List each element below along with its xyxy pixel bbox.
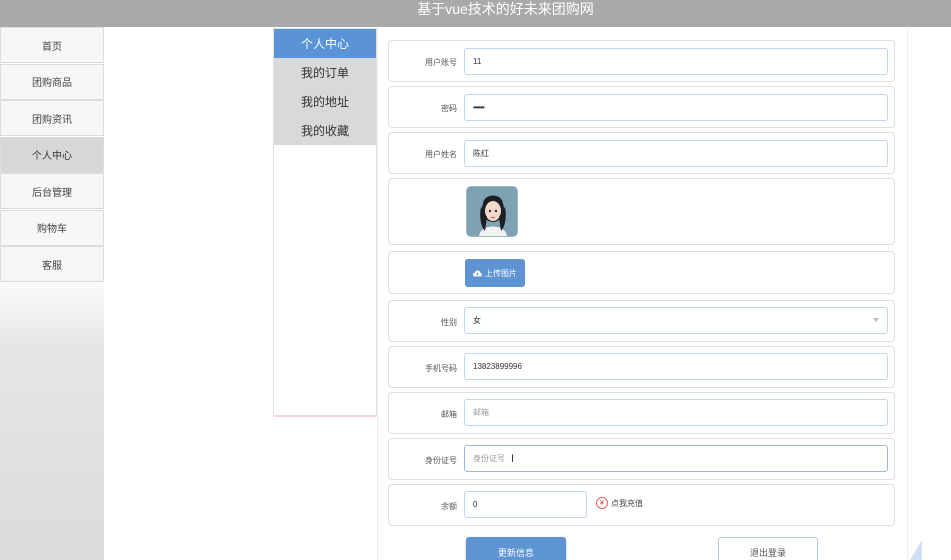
recharge-label: 点我充值 <box>611 498 643 508</box>
gender-select[interactable]: 女 <box>464 307 888 334</box>
submenu-item-my-favorites[interactable]: 我的收藏 <box>274 116 376 145</box>
nav-item-cart[interactable]: 购物车 <box>0 209 104 246</box>
upload-image-label: 上传图片 <box>485 268 517 278</box>
phone-label: 手机号码 <box>425 364 457 373</box>
form-row-id-card: 身份证号 身份证号 I <box>388 438 895 480</box>
nav-item-personal-center[interactable]: 个人中心 <box>0 136 104 173</box>
email-label: 邮箱 <box>441 410 457 419</box>
balance-input[interactable]: 0 <box>464 491 587 518</box>
form-row-upload: 上传图片 <box>388 251 895 294</box>
upload-image-button[interactable]: 上传图片 <box>465 259 525 287</box>
id-card-label: 身份证号 <box>425 456 457 465</box>
nav-item-group-news[interactable]: 团购资讯 <box>0 100 104 136</box>
personal-submenu: 个人中心 我的订单 我的地址 我的收藏 <box>273 28 377 417</box>
submenu-item-my-orders[interactable]: 我的订单 <box>274 58 376 87</box>
gender-label: 性别 <box>441 318 457 327</box>
nav-item-customer-service[interactable]: 客服 <box>0 246 104 282</box>
chevron-down-icon <box>873 318 879 322</box>
account-label: 用户账号 <box>425 58 457 67</box>
form-row-name: 用户姓名 陈红 <box>388 132 895 174</box>
recharge-link[interactable]: ¥ 点我充值 <box>596 497 643 509</box>
corner-decoration <box>910 540 922 560</box>
left-nav: 首页 团购商品 团购资讯 个人中心 后台管理 购物车 客服 <box>0 27 104 560</box>
account-input[interactable]: 11 <box>464 48 888 75</box>
id-card-placeholder: 身份证号 <box>473 454 505 463</box>
form-row-email: 邮箱 邮箱 <box>388 392 895 434</box>
form-row-balance: 余额 0 ¥ 点我充值 <box>388 484 895 526</box>
password-input[interactable]: •••••• <box>464 94 888 121</box>
form-row-password: 密码 •••••• <box>388 86 895 128</box>
nav-item-home[interactable]: 首页 <box>0 27 104 63</box>
email-input[interactable]: 邮箱 <box>464 399 888 426</box>
site-title: 基于vue技术的好未来团购网 <box>417 1 594 17</box>
form-row-phone: 手机号码 13823899996 <box>388 346 895 388</box>
gender-selected-value: 女 <box>473 316 481 325</box>
cloud-upload-icon <box>473 270 482 276</box>
submenu-item-my-address[interactable]: 我的地址 <box>274 87 376 116</box>
yen-icon: ¥ <box>596 497 608 509</box>
top-header: 基于vue技术的好未来团购网 <box>0 0 951 27</box>
update-info-button[interactable]: 更新信息 <box>466 537 566 560</box>
name-label: 用户姓名 <box>425 150 457 159</box>
form-row-account: 用户账号 11 <box>388 40 895 82</box>
nav-item-admin[interactable]: 后台管理 <box>0 173 104 209</box>
id-card-input[interactable]: 身份证号 I <box>464 445 888 472</box>
name-input[interactable]: 陈红 <box>464 140 888 167</box>
text-cursor-icon: I <box>511 452 515 465</box>
submenu-item-personal-center[interactable]: 个人中心 <box>274 29 376 58</box>
form-row-gender: 性别 女 <box>388 300 895 342</box>
user-avatar-image[interactable] <box>466 186 518 237</box>
logout-button[interactable]: 退出登录 <box>718 537 818 560</box>
form-row-avatar <box>388 178 895 245</box>
nav-item-group-products[interactable]: 团购商品 <box>0 63 104 100</box>
password-label: 密码 <box>441 104 457 113</box>
avatar-illustration <box>467 187 517 236</box>
phone-input[interactable]: 13823899996 <box>464 353 888 380</box>
balance-label: 余额 <box>441 502 457 511</box>
